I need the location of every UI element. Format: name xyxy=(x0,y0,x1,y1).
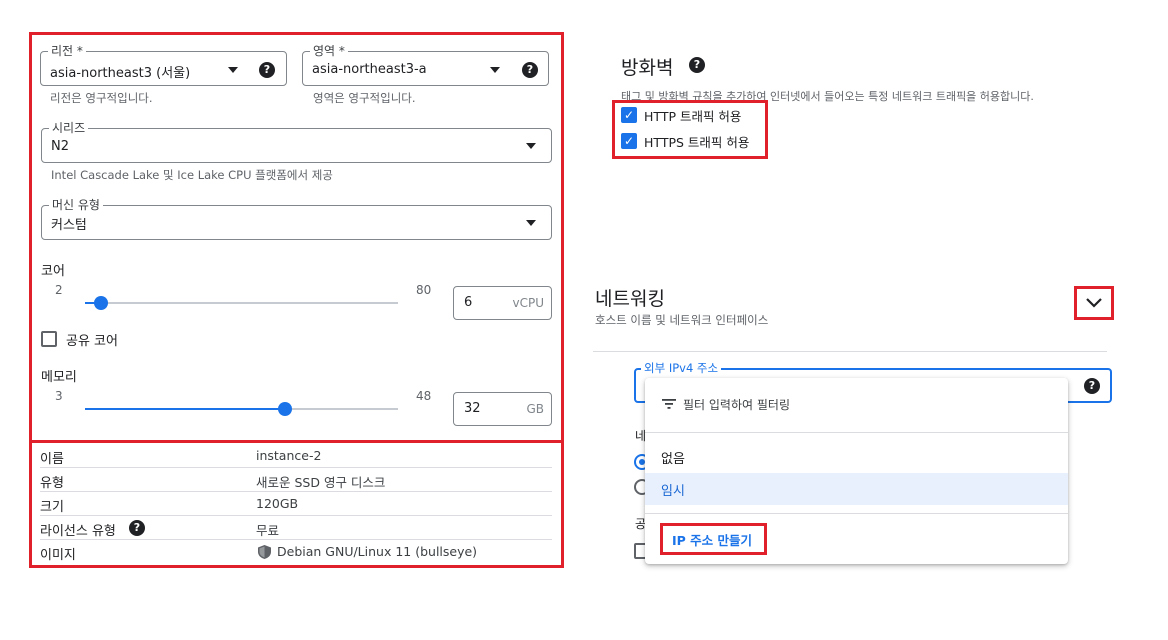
dropdown-option-ephemeral[interactable]: 임시 xyxy=(645,473,1068,505)
https-label: HTTPS 트래픽 허용 xyxy=(644,135,750,150)
region-value: asia-northeast3 (서울) xyxy=(50,66,191,81)
chevron-down-icon xyxy=(526,143,536,149)
zone-value: asia-northeast3-a xyxy=(312,62,427,77)
info-key: 라이선스 유형 xyxy=(40,524,116,539)
help-icon[interactable]: ? xyxy=(689,57,705,73)
memory-min: 3 xyxy=(55,389,63,403)
chevron-down-icon xyxy=(526,220,536,226)
region-label: 리전 * xyxy=(48,43,86,59)
help-icon[interactable]: ? xyxy=(522,62,538,78)
table-row: 이미지 Debian GNU/Linux 11 (bullseye) xyxy=(40,540,552,564)
cores-min: 2 xyxy=(55,283,63,297)
zone-select[interactable]: 영역 * asia-northeast3-a ? xyxy=(302,43,549,86)
firewall-title: 방화벽 xyxy=(621,57,674,79)
info-value: instance-2 xyxy=(256,448,322,463)
cores-label: 코어 xyxy=(41,264,65,279)
memory-max: 48 xyxy=(416,389,432,403)
cores-slider-thumb[interactable] xyxy=(93,296,108,310)
help-icon[interactable]: ? xyxy=(259,62,275,78)
cores-value: 6 xyxy=(464,295,473,310)
zone-hint: 영역은 영구적입니다. xyxy=(313,91,416,105)
region-hint: 리전은 영구적입니다. xyxy=(50,91,153,105)
series-value: N2 xyxy=(51,139,69,154)
machine-type-value: 커스텀 xyxy=(51,218,87,233)
info-key: 유형 xyxy=(40,476,64,491)
chevron-down-icon xyxy=(228,67,238,73)
option-label: 임시 xyxy=(661,484,685,499)
machine-type-select[interactable]: 머신 유형 커스텀 xyxy=(41,197,552,240)
info-value: 무료 xyxy=(256,523,280,538)
table-row: 유형 새로운 SSD 영구 디스크 xyxy=(40,468,552,492)
divider xyxy=(645,432,1068,433)
external-ip-label: 외부 IPv4 주소 xyxy=(641,360,722,376)
help-icon[interactable]: ? xyxy=(129,520,145,536)
http-label: HTTP 트래픽 허용 xyxy=(644,109,742,124)
machine-type-label: 머신 유형 xyxy=(49,197,103,213)
series-hint: Intel Cascade Lake 및 Ice Lake CPU 플랫폼에서 … xyxy=(51,168,333,182)
cores-unit: vCPU xyxy=(512,296,545,310)
table-row: 이름 instance-2 xyxy=(40,444,552,468)
chevron-down-icon[interactable] xyxy=(1085,297,1103,309)
cores-input[interactable]: 6 vCPU xyxy=(453,286,552,320)
shared-core-label: 공유 코어 xyxy=(66,334,118,349)
http-checkbox[interactable]: ✓ xyxy=(621,107,637,123)
dropdown-option-none[interactable]: 없음 xyxy=(645,441,1068,473)
table-row: 라이선스 유형 ? 무료 xyxy=(40,516,552,540)
https-checkbox[interactable]: ✓ xyxy=(621,133,637,149)
series-label: 시리즈 xyxy=(49,120,89,136)
table-row: 크기 120GB xyxy=(40,492,552,516)
info-key: 이미지 xyxy=(40,548,76,563)
shared-core-checkbox[interactable] xyxy=(41,331,57,347)
zone-label: 영역 * xyxy=(310,43,348,59)
divider xyxy=(645,513,1068,514)
info-value: 새로운 SSD 영구 디스크 xyxy=(256,475,386,490)
series-select[interactable]: 시리즈 N2 xyxy=(41,120,552,163)
memory-label: 메모리 xyxy=(41,370,77,385)
region-select[interactable]: 리전 * asia-northeast3 (서울) ? xyxy=(40,43,287,86)
create-ip-button[interactable]: IP 주소 만들기 xyxy=(672,530,752,549)
shield-icon xyxy=(258,545,271,559)
cores-slider-track[interactable] xyxy=(85,302,398,304)
info-key: 크기 xyxy=(40,500,64,515)
info-value: 120GB xyxy=(256,496,299,511)
filter-input[interactable]: 필터 입력하여 필터링 xyxy=(683,396,790,413)
info-value: Debian GNU/Linux 11 (bullseye) xyxy=(277,544,478,559)
networking-title: 네트워킹 xyxy=(595,288,665,310)
filter-icon xyxy=(662,399,676,409)
divider xyxy=(593,351,1107,352)
option-label: 없음 xyxy=(661,452,685,467)
help-icon[interactable]: ? xyxy=(1084,378,1100,394)
cores-max: 80 xyxy=(416,283,432,297)
memory-input[interactable]: 32 GB xyxy=(453,392,552,426)
info-key: 이름 xyxy=(40,452,64,467)
memory-value: 32 xyxy=(464,401,481,416)
memory-unit: GB xyxy=(526,402,544,416)
memory-slider-fill xyxy=(85,408,286,410)
networking-subtitle: 호스트 이름 및 네트워크 인터페이스 xyxy=(595,313,769,327)
chevron-down-icon xyxy=(490,67,500,73)
